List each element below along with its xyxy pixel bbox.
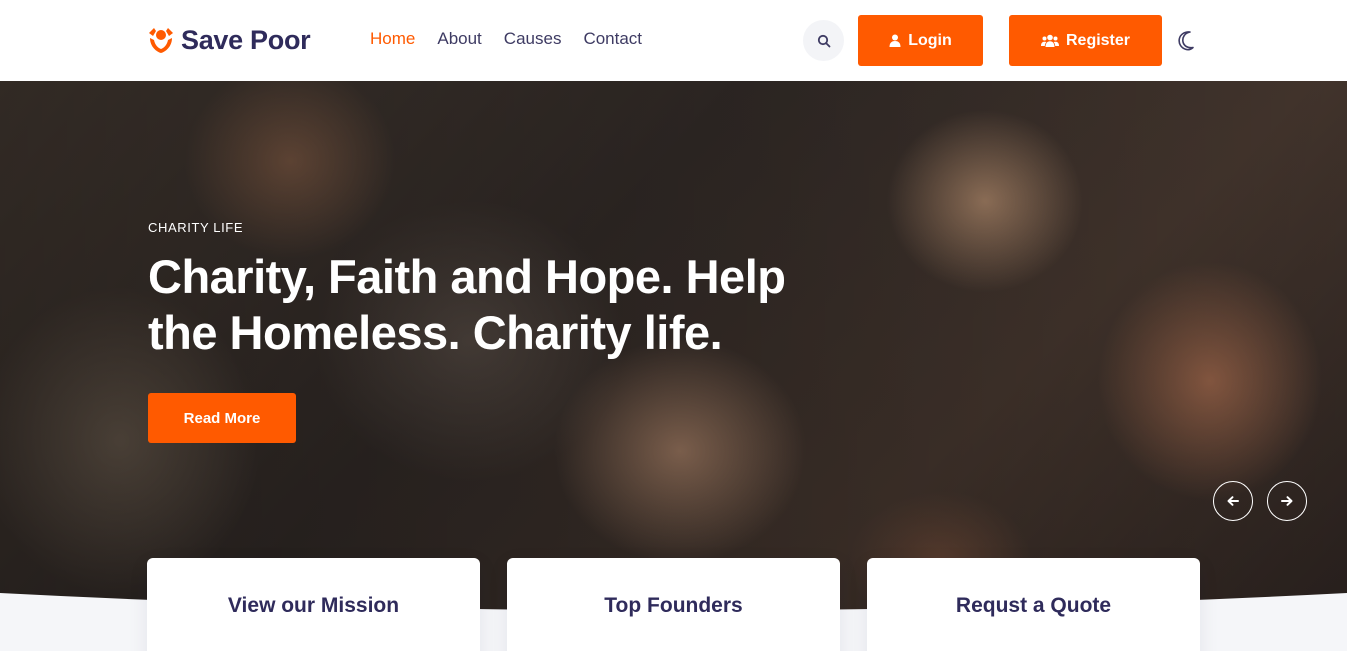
register-button[interactable]: Register [1009, 15, 1162, 66]
login-button[interactable]: Login [858, 15, 983, 66]
arrow-left-icon [1227, 496, 1239, 506]
moon-icon [1178, 31, 1194, 51]
users-icon [1040, 34, 1059, 47]
slider-prev-button[interactable] [1213, 481, 1253, 521]
card-title: View our Mission [227, 594, 400, 617]
hero-content: CHARITY LIFE Charity, Faith and Hope. He… [148, 220, 868, 443]
login-label: Login [908, 31, 952, 49]
hero-title: Charity, Faith and Hope. Help the Homele… [148, 249, 868, 361]
theme-toggle[interactable] [1176, 29, 1198, 51]
user-icon [889, 34, 901, 47]
search-icon [817, 34, 830, 47]
slider-next-button[interactable] [1267, 481, 1307, 521]
hero-slider: CHARITY LIFE Charity, Faith and Hope. He… [0, 81, 1347, 611]
hero-title-line-2: the Homeless. Charity life. [148, 306, 723, 359]
nav-item-about[interactable]: About [437, 29, 481, 49]
card-view-mission[interactable]: View our Mission [147, 558, 480, 651]
read-more-button[interactable]: Read More [148, 393, 296, 443]
main-nav: Home About Causes Contact [370, 29, 642, 49]
brand-name: Save Poor [181, 24, 311, 55]
nav-item-home[interactable]: Home [370, 29, 415, 49]
nav-item-contact[interactable]: Contact [583, 29, 642, 49]
register-label: Register [1065, 31, 1131, 49]
card-title: Top Founders [604, 594, 743, 617]
heart-hands-icon [147, 25, 175, 55]
hero-title-line-1: Charity, Faith and Hope. Help [148, 250, 786, 303]
arrow-right-icon [1281, 496, 1293, 506]
search-button[interactable] [803, 20, 844, 61]
nav-item-causes[interactable]: Causes [504, 29, 562, 49]
card-title: Requst a Quote [955, 594, 1112, 617]
card-top-founders[interactable]: Top Founders [507, 558, 840, 651]
hero-eyebrow: CHARITY LIFE [148, 220, 244, 235]
logo[interactable]: Save Poor [147, 22, 311, 58]
site-header: Save Poor Home About Causes Contact Logi… [0, 0, 1347, 81]
card-request-quote[interactable]: Requst a Quote [867, 558, 1200, 651]
